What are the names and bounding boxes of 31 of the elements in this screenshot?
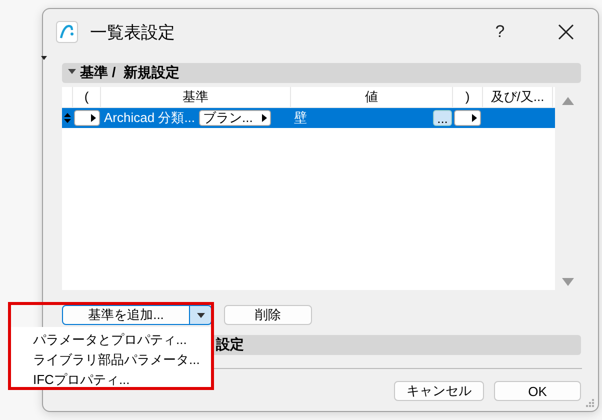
resize-grip-icon[interactable] — [585, 398, 594, 407]
column-header[interactable]: ) — [453, 87, 483, 107]
delete-button[interactable]: 削除 — [224, 305, 312, 325]
column-header[interactable]: 値 — [291, 87, 453, 107]
operator-dropdown[interactable]: ブラン... — [199, 110, 272, 126]
collapse-arrow-icon[interactable] — [41, 56, 47, 60]
dropdown-button[interactable] — [190, 305, 212, 325]
table-row[interactable]: Archicad 分類... ブラン... 壁 ... — [62, 108, 556, 128]
paren-dropdown[interactable] — [74, 110, 100, 126]
dialog-button[interactable]: OK — [494, 381, 581, 401]
caret-icon — [196, 312, 204, 318]
column-header[interactable]: ( — [73, 87, 101, 107]
help-button[interactable]: ? — [490, 22, 510, 42]
caret-icon — [472, 114, 477, 122]
dialog-button[interactable]: キャンセル — [394, 381, 484, 401]
caret-icon — [262, 114, 268, 122]
window-title: 一覧表設定 — [90, 22, 175, 44]
column-header[interactable]: 及び/又... — [483, 87, 553, 107]
section-title: 基準 / 新規設定 — [80, 64, 180, 82]
add-criterion-button[interactable]: 基準を追加... — [62, 305, 190, 325]
column-header[interactable]: 基準 — [101, 87, 291, 107]
caret-icon — [91, 114, 96, 122]
app-logo-icon — [56, 21, 78, 43]
section-title: 設定 — [216, 336, 244, 354]
table-cell: 壁 — [294, 109, 307, 127]
reorder-handle-icon[interactable] — [64, 113, 71, 123]
table-cell: Archicad 分類... — [104, 109, 196, 127]
browse-button[interactable]: ... — [433, 110, 452, 126]
close-icon[interactable] — [558, 24, 574, 40]
paren-dropdown[interactable] — [454, 110, 481, 126]
section-header[interactable]: 基準 / 新規設定 — [62, 63, 581, 83]
